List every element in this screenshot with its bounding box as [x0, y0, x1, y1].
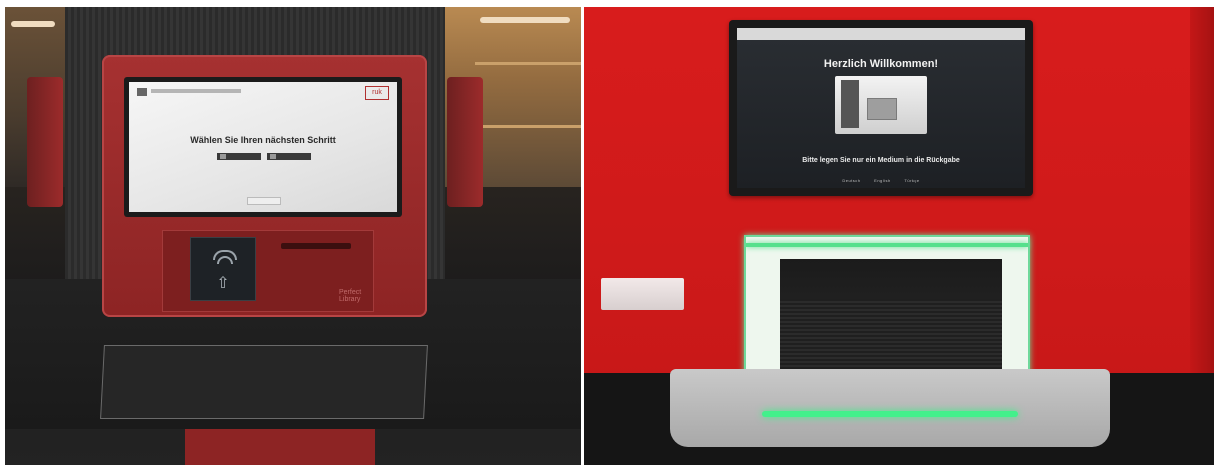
shelf-board [475, 62, 581, 65]
screen-title: Wählen Sie Ihren nächsten Schritt [190, 135, 336, 145]
checkout-button[interactable] [217, 153, 261, 160]
library-logo-icon [137, 88, 147, 96]
return-opening[interactable] [744, 235, 1030, 379]
kiosk-side-panel-left [27, 77, 63, 207]
kiosk-brand-label: Perfect Library [339, 289, 362, 303]
ceiling-light [480, 17, 570, 23]
return-shelf[interactable] [670, 369, 1110, 447]
kiosk-side-panel-right [447, 77, 483, 207]
machine-slot [867, 98, 897, 120]
screen-header-text [151, 89, 241, 93]
language-links: Deutsch English Türkçe [737, 178, 1025, 183]
photo-self-checkout-kiosk: ruk Wählen Sie Ihren nächsten Schritt ⇧ … [5, 7, 581, 465]
conveyor-belt [780, 299, 1002, 377]
kiosk-body: ruk Wählen Sie Ihren nächsten Schritt ⇧ … [102, 55, 427, 317]
green-light-strip [746, 243, 1028, 247]
language-link-tr[interactable]: Türkçe [904, 178, 919, 183]
account-button[interactable] [267, 153, 311, 160]
return-screen: Herzlich Willkommen! Bitte legen Sie nur… [737, 28, 1025, 188]
language-link-en[interactable]: English [874, 178, 891, 183]
kiosk-screen-frame: ruk Wählen Sie Ihren nächsten Schritt [124, 77, 402, 217]
return-machine-illustration [835, 76, 927, 134]
screen-top-bar [737, 28, 1025, 40]
desk-tray [100, 345, 428, 419]
reader-panel: ⇧ Perfect Library [162, 230, 374, 312]
language-link-de[interactable]: Deutsch [842, 178, 860, 183]
arrow-up-icon: ⇧ [216, 275, 230, 292]
wall-note [601, 278, 684, 310]
return-chute [780, 259, 1002, 377]
photo-return-station: Herzlich Willkommen! Bitte legen Sie nur… [584, 7, 1214, 465]
rfid-reader-pad[interactable]: ⇧ [190, 237, 256, 301]
desk-base [185, 429, 375, 465]
return-monitor: Herzlich Willkommen! Bitte legen Sie nur… [729, 20, 1033, 196]
card-slot[interactable] [281, 243, 351, 249]
brand-logo: ruk [365, 86, 389, 100]
user-icon [270, 154, 276, 159]
shelf-board [475, 125, 581, 128]
book-icon [220, 154, 226, 159]
language-button[interactable] [247, 197, 281, 205]
welcome-title: Herzlich Willkommen! [823, 58, 939, 70]
machine-column [841, 80, 859, 128]
wall-edge [1190, 7, 1214, 373]
ceiling-light [11, 21, 55, 27]
kiosk-screen: ruk Wählen Sie Ihren nächsten Schritt [129, 82, 397, 212]
return-instruction: Bitte legen Sie nur ein Medium in die Rü… [802, 157, 960, 164]
green-light-bar [762, 411, 1018, 417]
